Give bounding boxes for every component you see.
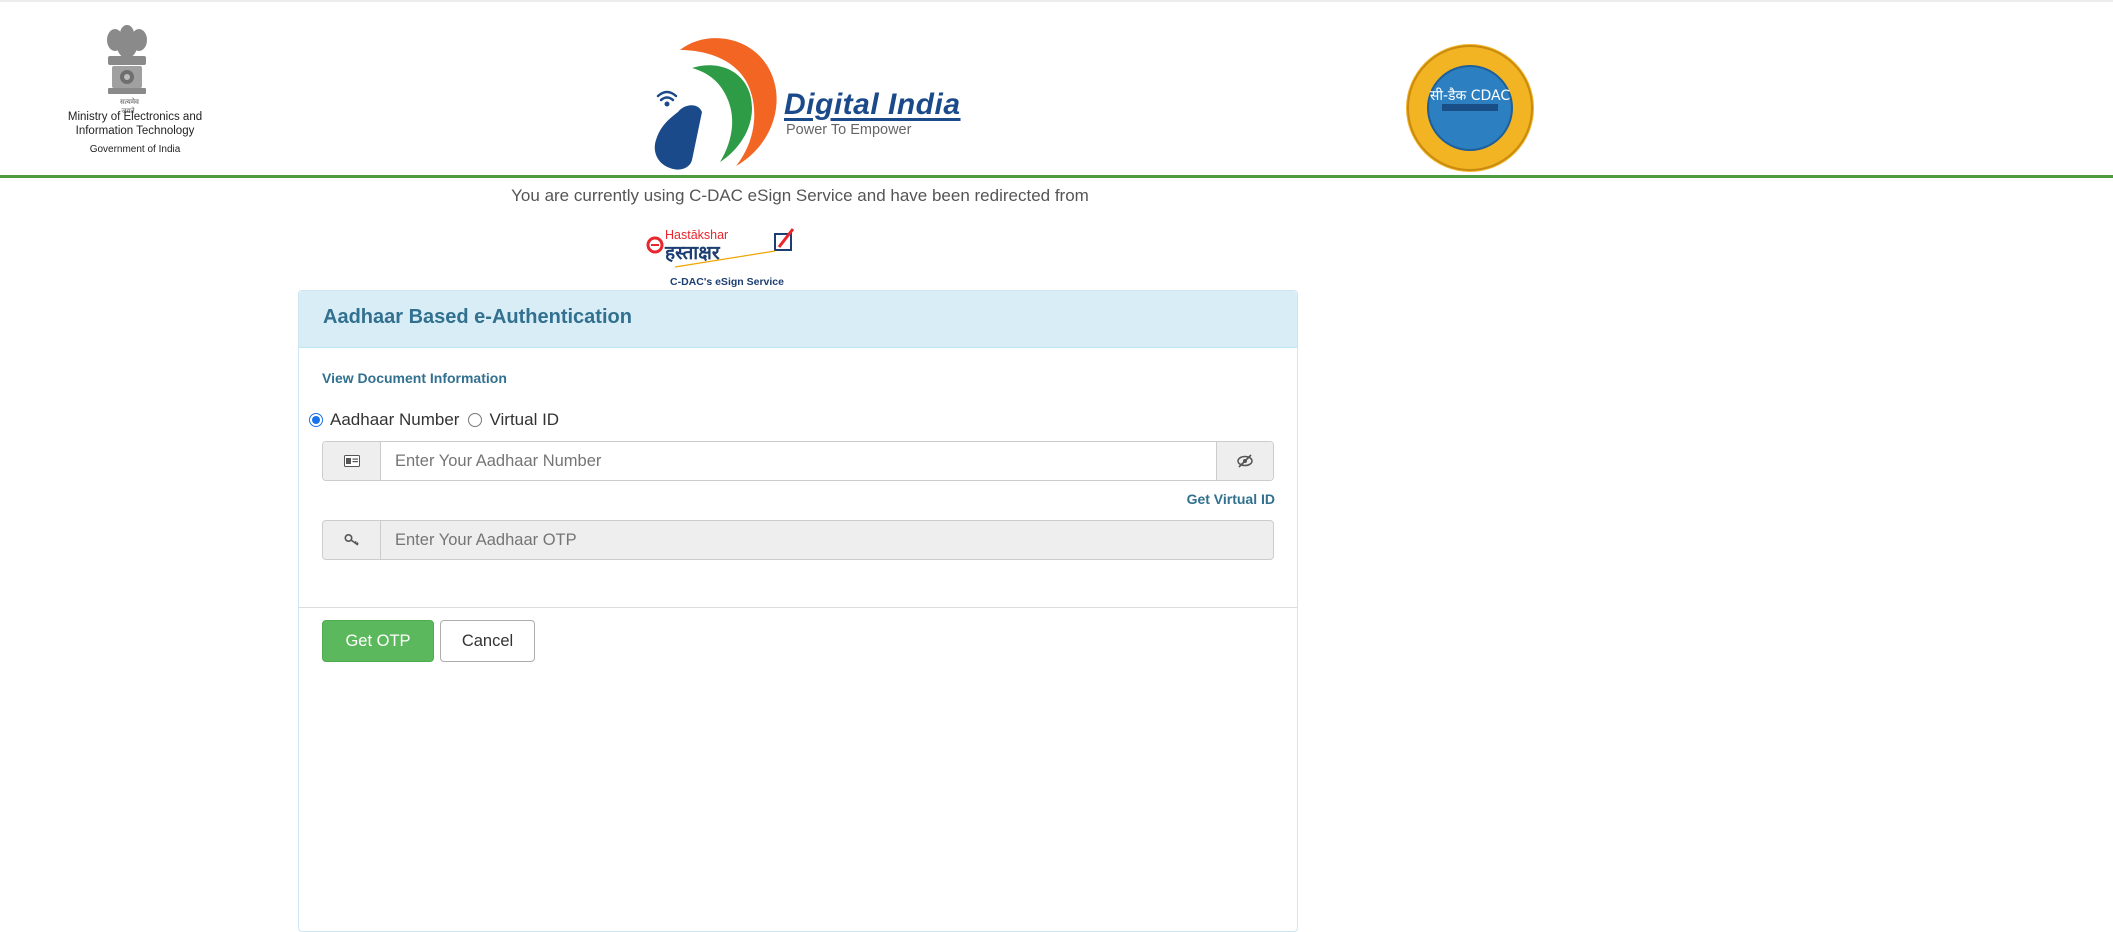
eye-slash-icon <box>1237 454 1253 468</box>
cdac-seal-logo: सी-डैक CDAC <box>1406 44 1534 172</box>
otp-input[interactable] <box>395 521 1195 559</box>
radio-aadhaar-number-button[interactable] <box>309 413 323 427</box>
auth-panel: Aadhaar Based e-Authentication View Docu… <box>298 290 1298 932</box>
digital-india-tagline: Power To Empower <box>786 122 912 138</box>
toggle-visibility-button[interactable] <box>1216 442 1273 480</box>
ministry-line-1: Ministry of Electronics and <box>67 111 203 123</box>
ministry-line-3: Government of India <box>89 144 181 155</box>
ministry-line-2: Information Technology <box>75 125 195 137</box>
key-icon-addon <box>323 521 381 559</box>
get-virtual-id-link[interactable]: Get Virtual ID <box>1187 491 1275 507</box>
panel-footer-divider <box>299 607 1297 608</box>
aadhaar-number-group <box>322 441 1274 481</box>
cdac-seal-text: सी-डैक CDAC <box>1430 87 1510 104</box>
national-emblem-logo <box>107 25 147 94</box>
cancel-button[interactable]: Cancel <box>440 620 535 662</box>
redirect-message: You are currently using C-DAC eSign Serv… <box>511 186 1089 205</box>
view-document-link[interactable]: View Document Information <box>322 370 507 386</box>
radio-aadhaar-number[interactable]: Aadhaar Number <box>309 410 459 430</box>
id-card-icon <box>343 455 360 467</box>
digital-india-logo <box>654 38 777 170</box>
radio-virtual-id-button[interactable] <box>468 413 483 427</box>
aadhaar-number-input[interactable] <box>395 442 1195 480</box>
header-divider <box>0 175 2113 178</box>
key-icon <box>343 533 359 546</box>
otp-group <box>322 520 1274 560</box>
id-type-radio-group: Aadhaar Number Virtual ID <box>309 409 568 431</box>
ministry-name: Ministry of Electronics and Information … <box>40 110 230 157</box>
radio-aadhaar-number-label: Aadhaar Number <box>330 410 460 429</box>
panel-title: Aadhaar Based e-Authentication <box>323 306 632 328</box>
site-header: सत्यमेव जयते Ministry of Electronics and… <box>0 0 2113 178</box>
hastakshar-logo-latin: Hastākshar <box>665 228 728 242</box>
panel-heading: Aadhaar Based e-Authentication <box>299 291 1297 348</box>
get-otp-button[interactable]: Get OTP <box>322 620 434 662</box>
hastakshar-caption: C-DAC's eSign Service <box>670 276 784 288</box>
id-card-icon-addon <box>323 442 381 480</box>
radio-virtual-id-label: Virtual ID <box>489 410 560 429</box>
radio-virtual-id[interactable]: Virtual ID <box>468 410 559 430</box>
digital-india-title: Digital India <box>784 88 961 121</box>
